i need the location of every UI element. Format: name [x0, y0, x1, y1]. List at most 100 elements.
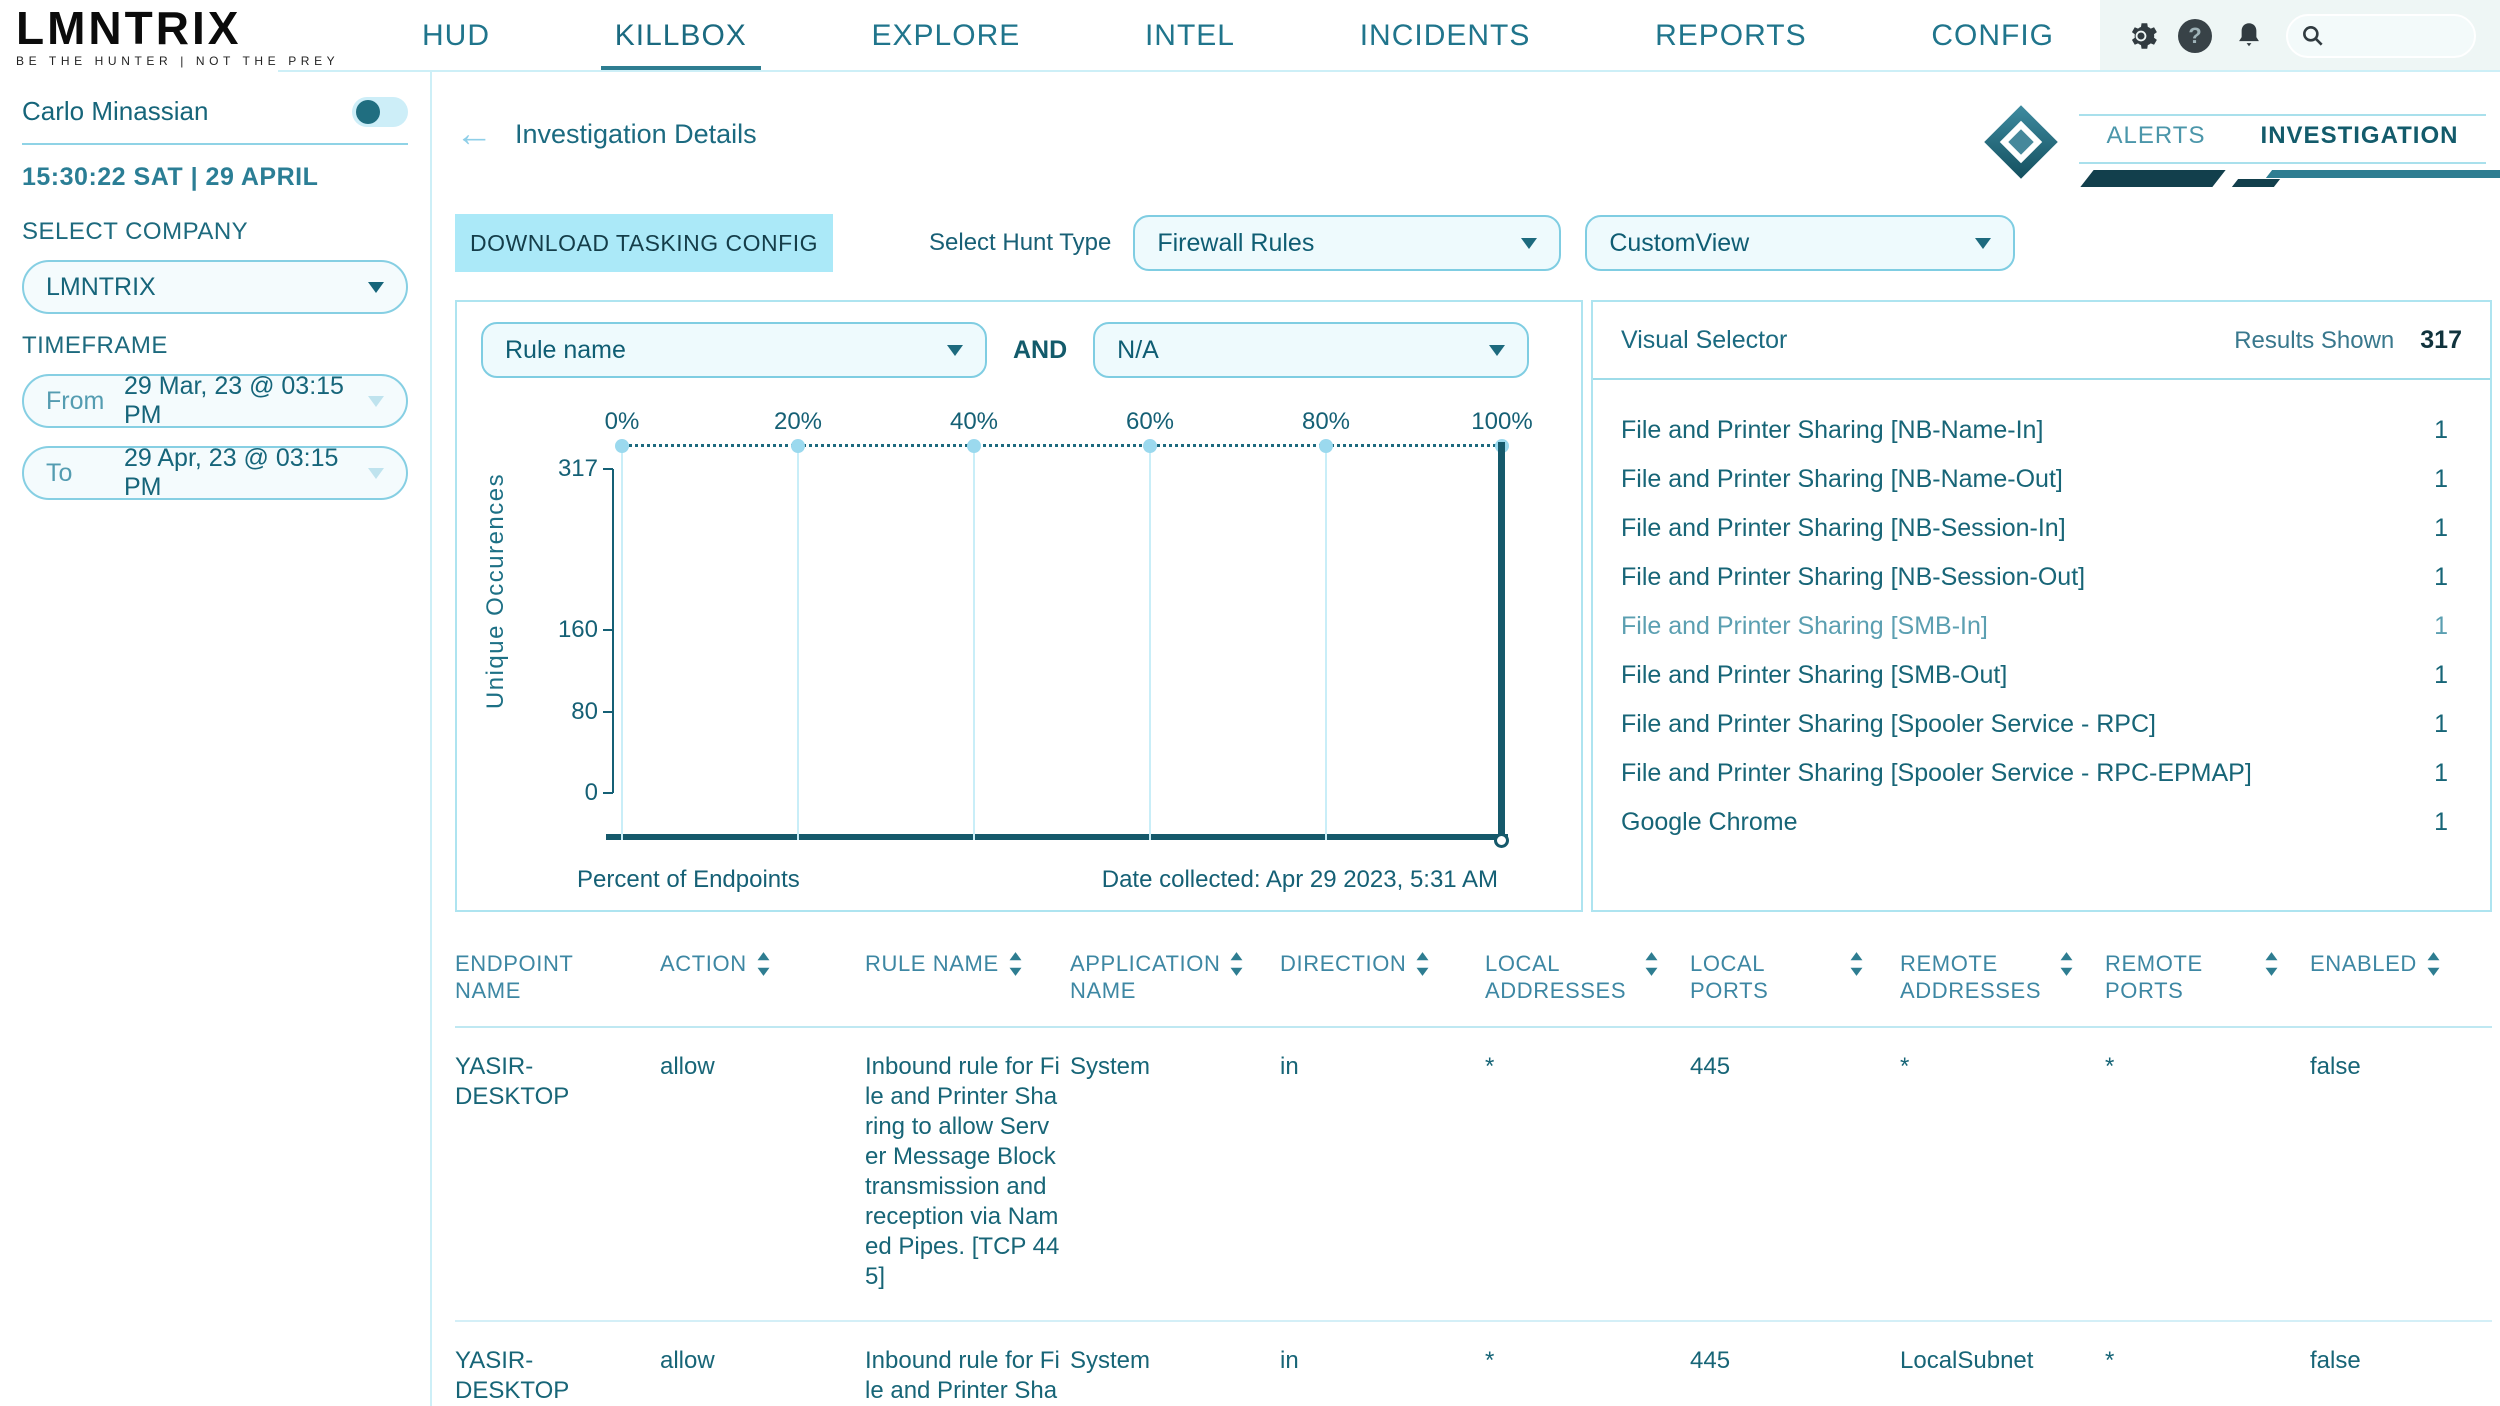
cell-local-addresses: *: [1485, 1346, 1690, 1406]
x-tick-label: 20%: [774, 408, 822, 436]
y-tick: 317: [558, 455, 613, 483]
to-value: 29 Apr, 23 @ 03:15 PM: [124, 444, 368, 502]
controls-row: DOWNLOAD TASKING CONFIG Select Hunt Type…: [455, 214, 2492, 272]
list-item[interactable]: File and Printer Sharing [Spooler Servic…: [1621, 749, 2462, 798]
notifications-bell-icon[interactable]: [2232, 19, 2266, 53]
list-item[interactable]: File and Printer Sharing [NB-Name-Out] 1: [1621, 455, 2462, 504]
table-header-cell[interactable]: REMOTE PORTS: [2105, 950, 2310, 1004]
y-tick: 80: [571, 698, 613, 726]
help-icon[interactable]: ?: [2178, 19, 2212, 53]
tab[interactable]: ALERTS: [2107, 122, 2206, 150]
brand-tagline: BE THE HUNTER | NOT THE PREY: [16, 54, 408, 68]
user-toggle[interactable]: [352, 97, 408, 127]
nav-item[interactable]: HUD: [422, 0, 490, 72]
table-row[interactable]: YASIR-DESKTOP allow Inbound rule for Fil…: [455, 1028, 2492, 1322]
chart-panel: Rule name AND N/A 0%20%40%60%80%100%: [455, 300, 1583, 912]
table-header-cell[interactable]: LOCAL PORTS: [1690, 950, 1900, 1004]
timeframe-to-input[interactable]: To 29 Apr, 23 @ 03:15 PM: [22, 446, 408, 500]
table-row[interactable]: YASIR-DESKTOP allow Inbound rule for Fil…: [455, 1322, 2492, 1406]
visual-selector-panel: Visual Selector Results Shown 317 File a…: [1591, 300, 2492, 912]
filter-value-select[interactable]: N/A: [1093, 322, 1529, 378]
table-header-cell[interactable]: ENDPOINT NAME: [455, 950, 660, 1004]
view-select[interactable]: CustomView: [1585, 215, 2015, 271]
toggle-knob: [356, 100, 380, 124]
sort-icon[interactable]: [757, 952, 770, 982]
sort-icon[interactable]: [1009, 952, 1022, 982]
download-tasking-config-button[interactable]: DOWNLOAD TASKING CONFIG: [455, 214, 833, 272]
tab[interactable]: INVESTIGATION: [2261, 122, 2459, 150]
list-item[interactable]: File and Printer Sharing [NB-Session-Out…: [1621, 553, 2462, 602]
chevron-down-icon: [1975, 238, 1991, 249]
sort-icon[interactable]: [2060, 952, 2073, 982]
timeframe-from-input[interactable]: From 29 Mar, 23 @ 03:15 PM: [22, 374, 408, 428]
back-arrow-icon[interactable]: ←: [455, 115, 493, 153]
cell-remote-ports: *: [2105, 1346, 2310, 1406]
selected-column-bar: [1498, 442, 1505, 840]
y-tick-mark: [603, 792, 613, 794]
list-item-label: File and Printer Sharing [Spooler Servic…: [1621, 759, 2252, 788]
list-item-count: 1: [2434, 710, 2462, 739]
table-header-cell[interactable]: APPLICATION NAME: [1070, 950, 1280, 1004]
table-header-cell[interactable]: LOCAL ADDRESSES: [1485, 950, 1690, 1004]
table-header-cell[interactable]: REMOTE ADDRESSES: [1900, 950, 2105, 1004]
brand-logo[interactable]: LMNTRIX BE THE HUNTER | NOT THE PREY: [16, 5, 408, 68]
table-header-cell[interactable]: DIRECTION: [1280, 950, 1485, 1004]
sort-icon[interactable]: [2265, 952, 2278, 982]
nav-item[interactable]: KILLBOX: [615, 0, 747, 72]
column-label: REMOTE PORTS: [2105, 950, 2255, 1004]
list-item-count: 1: [2434, 416, 2462, 445]
cell-enabled: false: [2310, 1346, 2492, 1406]
nav-item[interactable]: REPORTS: [1655, 0, 1806, 72]
list-item[interactable]: File and Printer Sharing [Spooler Servic…: [1621, 700, 2462, 749]
nav-item[interactable]: INCIDENTS: [1360, 0, 1531, 72]
decorative-stripes: [2087, 170, 2500, 187]
sort-icon[interactable]: [2427, 952, 2440, 982]
table-body: YASIR-DESKTOP allow Inbound rule for Fil…: [455, 1028, 2492, 1406]
list-item-label: File and Printer Sharing [NB-Name-Out]: [1621, 465, 2063, 494]
cell-local-ports: 445: [1690, 1346, 1900, 1406]
sort-icon[interactable]: [1230, 952, 1243, 982]
list-item[interactable]: Google Chrome 1: [1621, 798, 2462, 847]
hunt-type-select[interactable]: Firewall Rules: [1133, 215, 1561, 271]
search-input[interactable]: [2286, 14, 2476, 58]
column-label: DIRECTION: [1280, 950, 1406, 977]
primary-nav: HUD KILLBOX EXPLORE INTEL INCIDENTS REPO…: [408, 0, 2068, 72]
select-company-label: SELECT COMPANY: [22, 218, 408, 246]
y-axis: 317160800: [526, 444, 614, 808]
sort-icon[interactable]: [1416, 952, 1429, 982]
table-header-cell[interactable]: RULE NAME: [865, 950, 1070, 1004]
results-shown-count: 317: [2420, 326, 2462, 355]
list-item[interactable]: File and Printer Sharing [NB-Name-In] 1: [1621, 406, 2462, 455]
filter-operator: AND: [1013, 336, 1067, 365]
column-label: APPLICATION NAME: [1070, 950, 1220, 1004]
y-tick-mark: [603, 629, 613, 631]
list-item[interactable]: File and Printer Sharing [SMB-In] 1: [1621, 602, 2462, 651]
x-tick-label: 80%: [1302, 408, 1350, 436]
cell-application-name: System: [1070, 1052, 1280, 1292]
table-header-cell[interactable]: ENABLED: [2310, 950, 2492, 1004]
page-title: Investigation Details: [515, 119, 757, 150]
list-item-label: File and Printer Sharing [NB-Name-In]: [1621, 416, 2043, 445]
scatter-chart: 0%20%40%60%80%100% 317160800 Unique Occu…: [622, 408, 1502, 824]
nav-item[interactable]: CONFIG: [1931, 0, 2054, 72]
list-item[interactable]: File and Printer Sharing: [1621, 386, 2462, 406]
x-tick-dot: [615, 439, 629, 453]
list-item-count: 1: [2434, 808, 2462, 837]
y-tick-mark: [603, 468, 613, 470]
sort-icon[interactable]: [1645, 952, 1658, 982]
y-tick-label: 317: [558, 455, 598, 483]
sort-icon[interactable]: [1850, 952, 1863, 982]
table-header-cell[interactable]: ACTION: [660, 950, 865, 1004]
nav-item[interactable]: INTEL: [1145, 0, 1235, 72]
cell-local-addresses: *: [1485, 1052, 1690, 1292]
plot-area[interactable]: [622, 444, 1502, 824]
settings-gear-icon[interactable]: [2124, 19, 2158, 53]
list-item-label: File and Printer Sharing [NB-Session-In]: [1621, 514, 2066, 543]
filter-field-select[interactable]: Rule name: [481, 322, 987, 378]
list-item[interactable]: File and Printer Sharing [NB-Session-In]…: [1621, 504, 2462, 553]
list-item[interactable]: File and Printer Sharing [SMB-Out] 1: [1621, 651, 2462, 700]
nav-item[interactable]: EXPLORE: [872, 0, 1021, 72]
chevron-down-icon: [368, 468, 384, 479]
diamond-icon: [1984, 105, 2058, 179]
company-select[interactable]: LMNTRIX: [22, 260, 408, 314]
